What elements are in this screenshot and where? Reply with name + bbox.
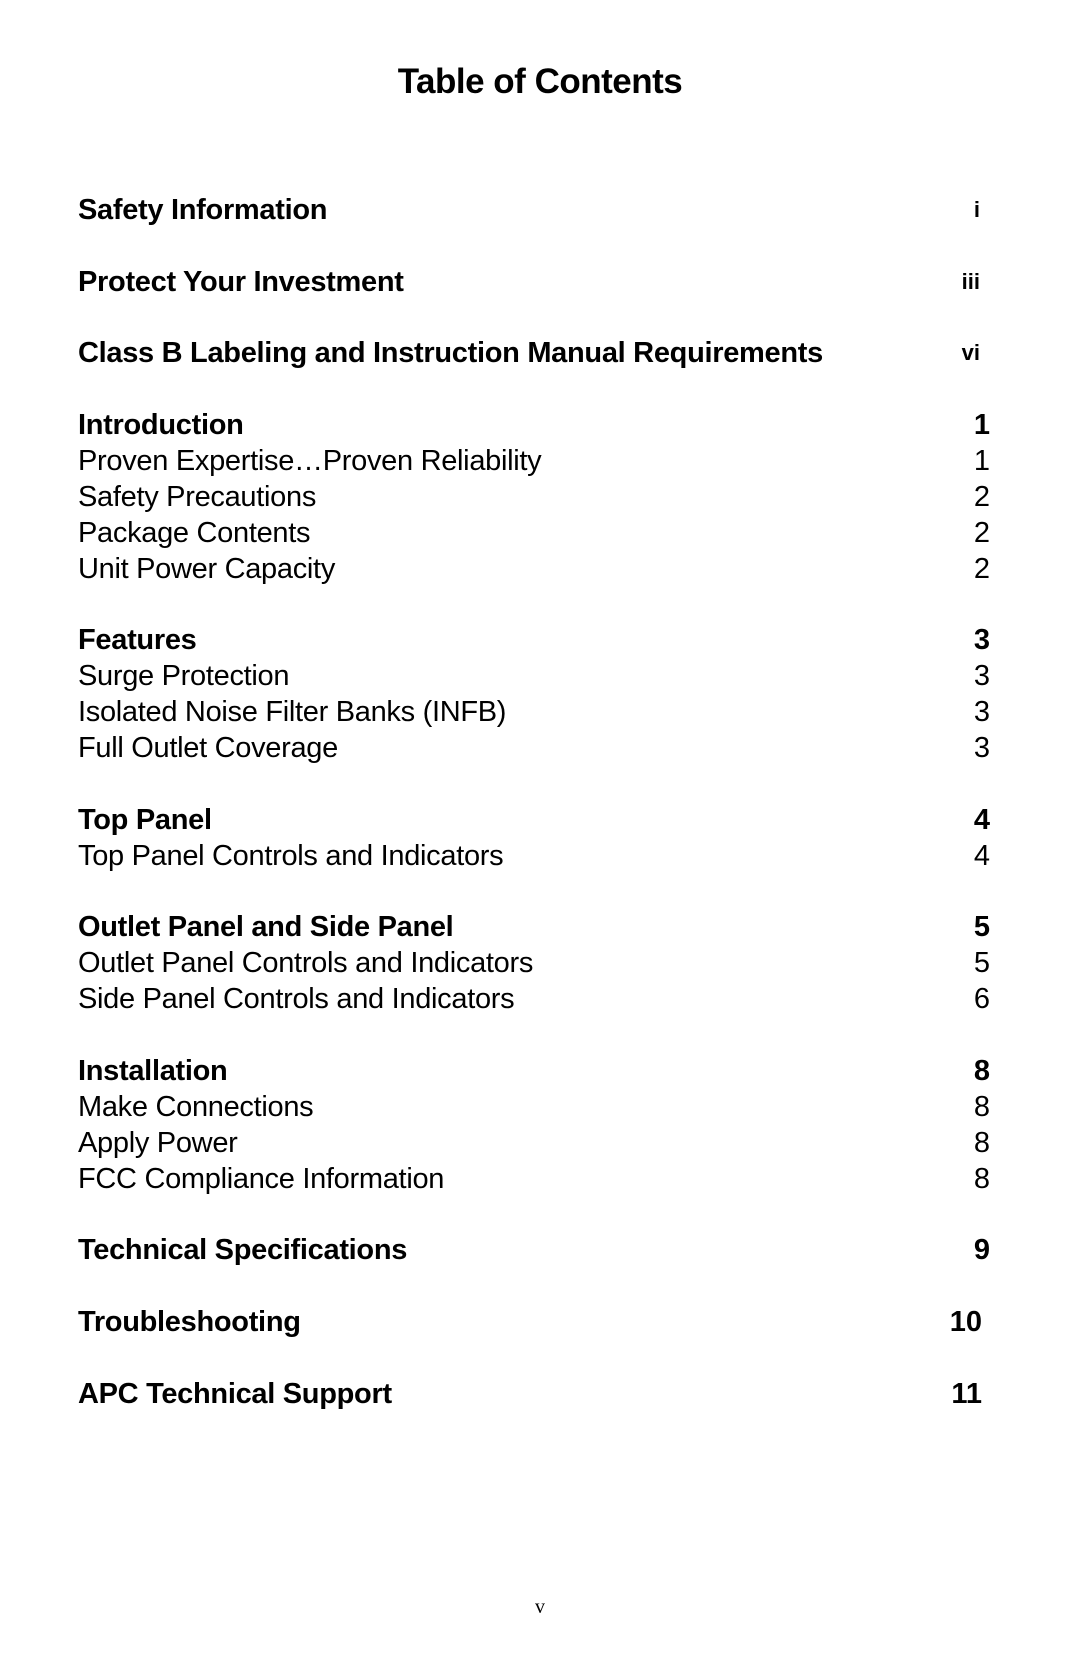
- toc-entry-page: 3: [973, 624, 990, 656]
- toc-entry[interactable]: FCC Compliance Information 8: [78, 1160, 990, 1198]
- toc-entry-label: Make Connections: [78, 1091, 314, 1123]
- toc-entry-page: 3: [973, 696, 990, 728]
- toc-entry-label: Isolated Noise Filter Banks (INFB): [78, 696, 507, 728]
- toc-entry[interactable]: Package Contents 2: [78, 514, 990, 552]
- toc-entry[interactable]: Unit Power Capacity 2: [78, 550, 990, 588]
- toc-entry[interactable]: Technical Specifications 9: [78, 1231, 990, 1269]
- toc-entry-label: Introduction: [78, 409, 244, 441]
- toc-entry-page: 10: [949, 1306, 982, 1338]
- toc-entry[interactable]: Surge Protection 3: [78, 657, 990, 695]
- toc-entry-label: Surge Protection: [78, 660, 290, 692]
- toc-entry[interactable]: Safety Precautions 2: [78, 478, 990, 516]
- toc-entry[interactable]: Full Outlet Coverage 3: [78, 729, 990, 767]
- toc-entry-label: Safety Precautions: [78, 481, 317, 513]
- toc-entry-label: Outlet Panel and Side Panel: [78, 911, 454, 943]
- toc-entry-label: Features: [78, 624, 197, 656]
- toc-entry-page: 9: [973, 1234, 990, 1266]
- toc-entry[interactable]: Top Panel Controls and Indicators 4: [78, 837, 990, 875]
- toc-entry[interactable]: Features 3: [78, 621, 990, 659]
- toc-entry-page: 3: [973, 732, 990, 764]
- page-number: v: [535, 1596, 545, 1618]
- toc-entry-label: Top Panel: [78, 804, 212, 836]
- toc-entry[interactable]: APC Technical Support 11: [78, 1375, 990, 1413]
- toc-entry-page: 6: [973, 983, 990, 1015]
- toc-entry[interactable]: Safety Information i: [78, 191, 990, 229]
- toc-entry-page: 2: [973, 481, 990, 513]
- toc-entry-label: Full Outlet Coverage: [78, 732, 338, 764]
- toc-entry[interactable]: Proven Expertise…Proven Reliability 1: [78, 442, 990, 480]
- toc-entry-label: Unit Power Capacity: [78, 553, 336, 585]
- toc-entry[interactable]: Outlet Panel and Side Panel 5: [78, 908, 990, 946]
- toc-entry-page: 8: [973, 1091, 990, 1123]
- toc-entry[interactable]: Protect Your Investment iii: [78, 263, 990, 301]
- toc-entry-page: vi: [961, 340, 980, 365]
- toc-entry-page: 11: [951, 1378, 982, 1410]
- toc-entry-label: Installation: [78, 1055, 228, 1087]
- toc-entry-label: Proven Expertise…Proven Reliability: [78, 445, 542, 477]
- toc-entry[interactable]: Installation 8: [78, 1052, 990, 1090]
- toc-entry-label: Side Panel Controls and Indicators: [78, 983, 515, 1015]
- toc-entry[interactable]: Troubleshooting 10: [78, 1303, 990, 1341]
- page-title: Table of Contents: [397, 62, 683, 101]
- toc-entry[interactable]: Introduction 1: [78, 406, 990, 444]
- toc-entry-label: Package Contents: [78, 517, 311, 549]
- toc-entry-page: 4: [973, 804, 990, 836]
- toc-entry-page: i: [973, 197, 980, 222]
- toc-entry-page: 3: [973, 660, 990, 692]
- toc-entry-page: 1: [973, 445, 990, 477]
- toc-entry-page: iii: [961, 269, 980, 294]
- toc-entry-page: 8: [973, 1127, 990, 1159]
- toc-entry-page: 1: [973, 409, 990, 441]
- toc-entry-label: Apply Power: [78, 1127, 238, 1159]
- toc-entry-page: 5: [973, 947, 990, 979]
- toc-entry-label: Class B Labeling and Instruction Manual …: [78, 337, 823, 369]
- toc-entry[interactable]: Side Panel Controls and Indicators 6: [78, 980, 990, 1018]
- toc-entry-page: 4: [973, 840, 990, 872]
- toc-entry-label: Safety Information: [78, 194, 328, 226]
- toc-entry[interactable]: Make Connections 8: [78, 1088, 990, 1126]
- toc-entry[interactable]: Top Panel 4: [78, 801, 990, 839]
- toc-entry[interactable]: Apply Power 8: [78, 1124, 990, 1162]
- toc-entry-label: Protect Your Investment: [78, 266, 404, 298]
- toc-entry-label: Top Panel Controls and Indicators: [78, 840, 504, 872]
- toc-entry[interactable]: Class B Labeling and Instruction Manual …: [78, 334, 990, 372]
- toc-entry-page: 8: [973, 1163, 990, 1195]
- toc-entry-label: APC Technical Support: [78, 1378, 392, 1410]
- toc-entry-label: FCC Compliance Information: [78, 1163, 445, 1195]
- toc-entry-label: Technical Specifications: [78, 1234, 408, 1266]
- toc-entry-page: 2: [973, 553, 990, 585]
- toc-entry[interactable]: Isolated Noise Filter Banks (INFB) 3: [78, 693, 990, 731]
- toc-entry-label: Troubleshooting: [78, 1306, 301, 1338]
- toc-entry[interactable]: Outlet Panel Controls and Indicators 5: [78, 944, 990, 982]
- toc-entry-label: Outlet Panel Controls and Indicators: [78, 947, 534, 979]
- toc-entry-page: 8: [973, 1055, 990, 1087]
- toc-entry-page: 5: [973, 911, 990, 943]
- toc-entry-page: 2: [973, 517, 990, 549]
